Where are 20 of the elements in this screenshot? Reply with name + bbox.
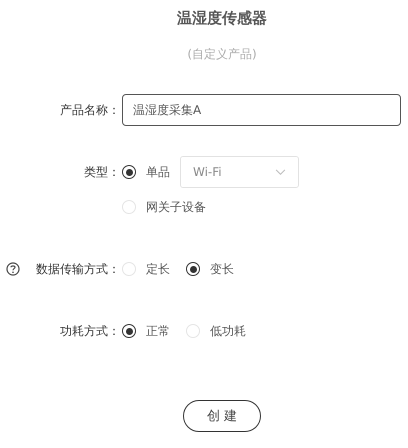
field-label: 产品名称： — [60, 102, 120, 118]
form-title: 温湿度传感器 — [176, 9, 268, 27]
radio-label[interactable]: 单品 — [146, 164, 170, 180]
radio-button[interactable] — [122, 165, 136, 179]
dropdown[interactable]: Wi-Fi — [180, 156, 299, 188]
radio-label[interactable]: 变长 — [210, 260, 234, 278]
field-label: 数据传输方式： — [36, 260, 120, 278]
product-name-field[interactable]: 温湿度采集A — [122, 94, 401, 126]
radio-label[interactable]: 低功耗 — [210, 322, 246, 340]
radio-label[interactable]: 网关子设备 — [146, 198, 206, 216]
radio-label[interactable]: 定长 — [146, 260, 170, 278]
radio-button[interactable] — [186, 262, 200, 276]
field-label: 功耗方式： — [60, 322, 120, 340]
create-button[interactable]: 创 建 — [183, 400, 261, 432]
radio-label[interactable]: 正常 — [146, 322, 170, 340]
form-subtitle: (自定义产品) — [186, 46, 258, 62]
radio-button[interactable] — [122, 324, 136, 338]
field-label: 类型： — [84, 164, 120, 180]
help-icon[interactable] — [6, 262, 20, 276]
chevron-down-icon — [275, 168, 286, 176]
